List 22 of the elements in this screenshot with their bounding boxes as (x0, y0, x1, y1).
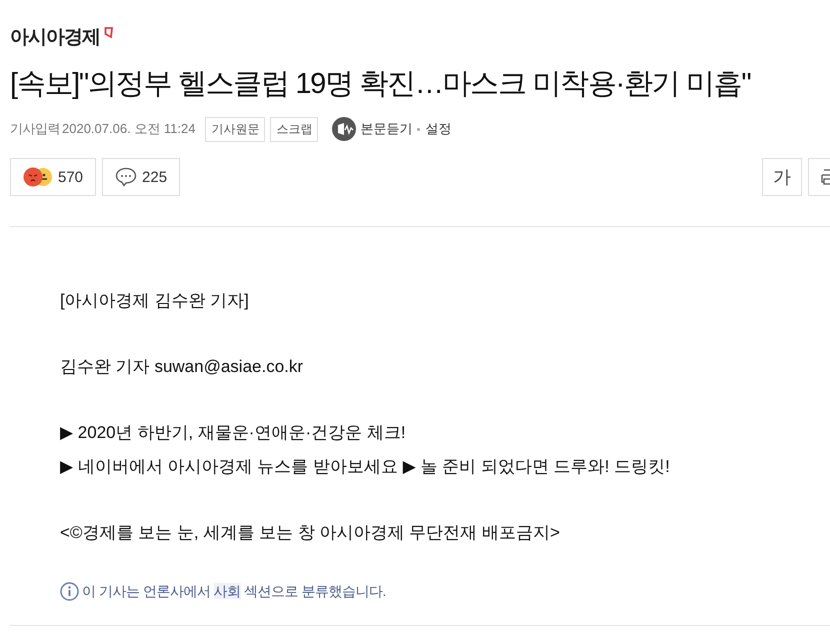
settings-link[interactable]: 설정 (425, 120, 452, 138)
section-link[interactable]: 사회 (214, 582, 241, 598)
date-label: 기사입력 (10, 120, 60, 138)
speech-bubble-icon (115, 167, 138, 187)
logo-mark-icon (104, 27, 113, 39)
body-paragraph: <©경제를 보는 눈, 세계를 보는 창 아시아경제 무단전재 배포금지> (60, 522, 561, 544)
listen-icon[interactable] (331, 116, 358, 142)
body-paragraph: 김수완 기자 suwan@asiae.co.kr (60, 356, 304, 378)
article-title: [속보]"의정부 헬스클럽 19명 확진…마스크 미착용·환기 미흡" (10, 67, 752, 102)
body-paragraph: ▶ 2020년 하반기, 재물운·연애운·건강운 체크! ▶ 네이버에서 아시아경제 뉴스를 받아보세요 ▶ 놀 준비 되었다면 드루와! 드링킷! (60, 422, 671, 478)
meta-button[interactable]: 기사원문 (205, 116, 266, 142)
meta-button[interactable]: 스크랩 (270, 116, 318, 142)
body-paragraph: [아시아경제 김수완 기자] (60, 290, 250, 312)
press-logo[interactable]: 아시아경제 (10, 24, 100, 50)
listen-link[interactable]: 본문듣기 (360, 120, 412, 138)
comment-button[interactable]: 225 (102, 158, 180, 196)
article-date: 2020.07.06. 오전 11:24 (62, 120, 196, 138)
reaction-button[interactable]: 570 (10, 158, 96, 196)
font-size-button[interactable]: 가 (762, 158, 802, 196)
section-notice: 이 기사는 언론사에서 사회 섹션으로 분류했습니다. (82, 582, 386, 600)
info-icon (60, 582, 79, 601)
emoji-icon (23, 167, 53, 187)
